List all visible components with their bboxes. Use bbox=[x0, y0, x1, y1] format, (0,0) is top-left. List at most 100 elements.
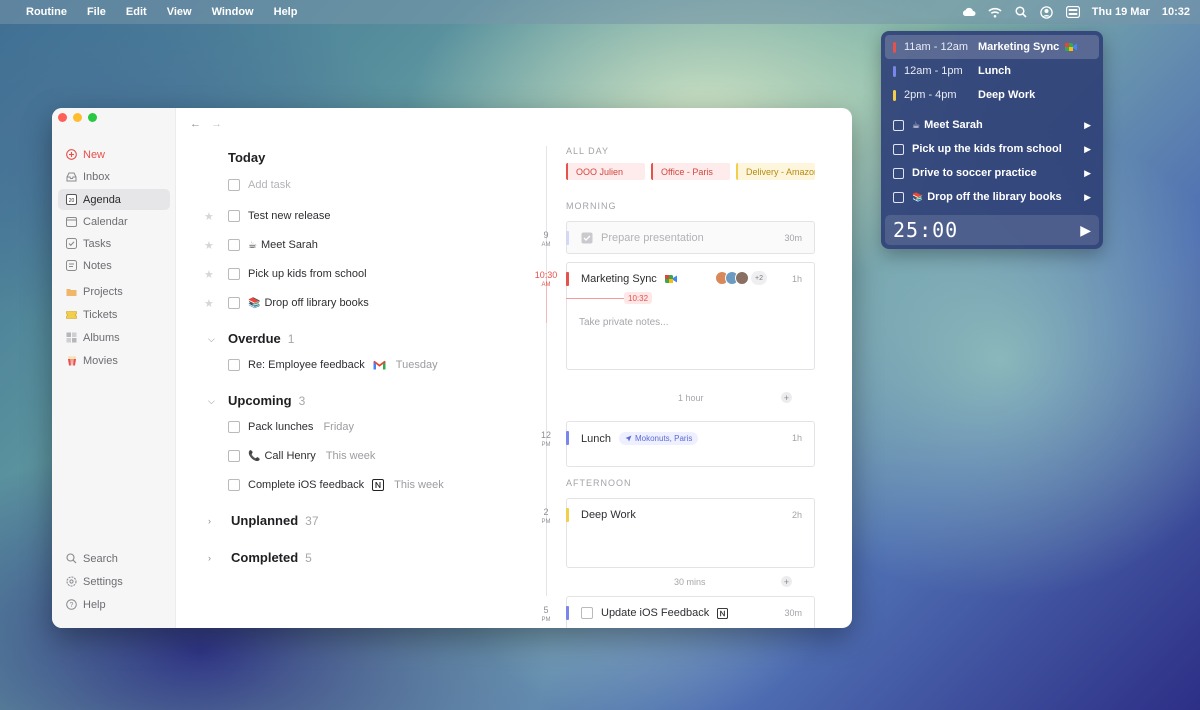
add-event-plus-icon[interactable]: + bbox=[781, 392, 792, 403]
popover-event-deep-work[interactable]: 2pm - 4pm Deep Work bbox=[885, 83, 1099, 107]
chevron-right-icon[interactable]: › bbox=[208, 516, 211, 526]
task-checkbox[interactable] bbox=[228, 359, 240, 371]
section-upcoming-title[interactable]: Upcoming 3 bbox=[228, 393, 305, 408]
sidebar-item-tasks[interactable]: Tasks bbox=[58, 233, 170, 254]
chevron-right-icon[interactable]: › bbox=[208, 553, 211, 563]
task-checkbox[interactable] bbox=[228, 297, 240, 309]
private-notes-input[interactable]: Take private notes... bbox=[579, 317, 669, 328]
attendee-avatars[interactable]: +2 bbox=[715, 271, 767, 285]
event-card-marketing-sync[interactable]: Marketing Sync +2 1h Take private notes.… bbox=[566, 262, 815, 370]
sidebar-item-notes[interactable]: Notes bbox=[58, 255, 170, 276]
spotlight-search-icon[interactable] bbox=[1014, 5, 1028, 19]
close-window-button[interactable] bbox=[58, 113, 67, 122]
cloud-icon[interactable] bbox=[962, 5, 976, 19]
minimize-window-button[interactable] bbox=[73, 113, 82, 122]
sidebar-item-tickets[interactable]: Tickets bbox=[58, 304, 170, 325]
event-header: Deep Work bbox=[581, 509, 636, 521]
star-icon[interactable]: ★ bbox=[204, 239, 216, 252]
star-icon[interactable]: ★ bbox=[204, 210, 216, 223]
task-checkbox[interactable] bbox=[228, 479, 240, 491]
location-pill[interactable]: Mokonuts, Paris bbox=[618, 432, 699, 445]
menubar-date[interactable]: Thu 19 Mar bbox=[1092, 6, 1150, 18]
play-icon[interactable]: ▶ bbox=[1084, 144, 1091, 155]
task-checkbox[interactable] bbox=[228, 421, 240, 433]
menu-file[interactable]: File bbox=[87, 6, 106, 18]
all-day-event-delivery-amazon[interactable]: Delivery - Amazon bbox=[736, 163, 815, 180]
task-checkbox[interactable] bbox=[228, 450, 240, 462]
sidebar-item-new[interactable]: New bbox=[58, 144, 170, 165]
control-center-icon[interactable] bbox=[1065, 5, 1080, 19]
task-row-drop-off-books[interactable]: ★ 📚 Drop off library books bbox=[204, 293, 369, 313]
task-row-pick-up-kids[interactable]: ★ Pick up kids from school bbox=[204, 264, 367, 284]
star-icon[interactable]: ★ bbox=[204, 268, 216, 281]
popover-task-drive-soccer[interactable]: Drive to soccer practice ▶ bbox=[885, 161, 1099, 185]
google-meet-icon[interactable] bbox=[664, 274, 677, 284]
sidebar-item-inbox[interactable]: Inbox bbox=[58, 166, 170, 187]
task-row-employee-feedback[interactable]: ★ Re: Employee feedback Tuesday bbox=[204, 355, 438, 375]
sidebar-item-help[interactable]: ? Help bbox=[58, 594, 170, 615]
popover-task-meet-sarah[interactable]: ☕ Meet Sarah ▶ bbox=[885, 113, 1099, 137]
task-checkbox[interactable] bbox=[581, 607, 593, 619]
event-location: Mokonuts, Paris bbox=[634, 434, 693, 443]
task-checkbox[interactable] bbox=[893, 119, 904, 131]
popover-task-library-books[interactable]: 📚 Drop off the library books ▶ bbox=[885, 185, 1099, 209]
event-header: Marketing Sync bbox=[581, 273, 677, 285]
checked-checkbox-icon[interactable] bbox=[581, 232, 593, 244]
user-icon[interactable] bbox=[1040, 5, 1054, 19]
menu-window[interactable]: Window bbox=[212, 6, 254, 18]
wifi-icon[interactable] bbox=[988, 5, 1002, 19]
add-task-row[interactable]: ★ Add task bbox=[204, 175, 291, 195]
task-row-test-new-release[interactable]: ★ Test new release bbox=[204, 206, 331, 226]
menu-edit[interactable]: Edit bbox=[126, 6, 147, 18]
task-checkbox[interactable] bbox=[228, 239, 240, 251]
chevron-down-icon[interactable]: ⌵ bbox=[208, 396, 215, 407]
play-icon[interactable]: ▶ bbox=[1084, 192, 1091, 203]
task-checkbox[interactable] bbox=[893, 143, 904, 155]
search-icon bbox=[66, 553, 77, 564]
sidebar-item-calendar[interactable]: Calendar bbox=[58, 211, 170, 232]
sidebar-item-agenda[interactable]: 20 Agenda bbox=[58, 189, 170, 210]
task-checkbox[interactable] bbox=[893, 167, 904, 179]
free-time-gap-label: 30 mins bbox=[674, 577, 706, 587]
task-checkbox[interactable] bbox=[228, 268, 240, 280]
section-unplanned-title[interactable]: Unplanned 37 bbox=[231, 513, 319, 528]
task-row-call-henry[interactable]: ★ 📞 Call Henry This week bbox=[204, 446, 375, 466]
sidebar-item-label: Search bbox=[83, 552, 118, 565]
all-day-event-office-paris[interactable]: Office - Paris bbox=[651, 163, 730, 180]
event-card-lunch[interactable]: Lunch Mokonuts, Paris 1h bbox=[566, 421, 815, 467]
event-accent-bar bbox=[566, 606, 569, 620]
sidebar-item-albums[interactable]: Albums bbox=[58, 327, 170, 348]
task-checkbox[interactable] bbox=[893, 191, 904, 203]
sidebar-item-projects[interactable]: Projects bbox=[58, 281, 170, 302]
event-card-update-ios-feedback[interactable]: Update iOS Feedback 30m bbox=[566, 596, 815, 628]
popover-task-pick-up-kids[interactable]: Pick up the kids from school ▶ bbox=[885, 137, 1099, 161]
add-event-plus-icon[interactable]: + bbox=[781, 576, 792, 587]
menu-app-name[interactable]: Routine bbox=[26, 6, 67, 18]
play-icon[interactable]: ▶ bbox=[1084, 168, 1091, 179]
section-overdue-title[interactable]: Overdue 1 bbox=[228, 331, 294, 346]
play-icon[interactable]: ▶ bbox=[1084, 120, 1091, 131]
section-completed-title[interactable]: Completed 5 bbox=[231, 550, 312, 565]
task-checkbox[interactable] bbox=[228, 179, 240, 191]
menu-help[interactable]: Help bbox=[274, 6, 298, 18]
chevron-down-icon[interactable]: ⌵ bbox=[208, 334, 215, 345]
task-row-ios-feedback[interactable]: ★ Complete iOS feedback This week bbox=[204, 475, 444, 495]
menubar-time[interactable]: 10:32 bbox=[1162, 6, 1190, 18]
timer-play-icon[interactable]: ▶ bbox=[1080, 222, 1091, 239]
checkbox-icon bbox=[66, 238, 77, 249]
sidebar-item-movies[interactable]: Movies bbox=[58, 350, 170, 371]
popover-event-lunch[interactable]: 12am - 1pm Lunch bbox=[885, 59, 1099, 83]
task-checkbox[interactable] bbox=[228, 210, 240, 222]
task-row-meet-sarah[interactable]: ★ ☕ Meet Sarah bbox=[204, 235, 318, 255]
zoom-window-button[interactable] bbox=[88, 113, 97, 122]
add-task-placeholder[interactable]: Add task bbox=[248, 179, 291, 191]
event-card-prepare-presentation[interactable]: Prepare presentation 30m bbox=[566, 221, 815, 254]
all-day-event-ooo-julien[interactable]: OOO Julien bbox=[566, 163, 645, 180]
sidebar-item-settings[interactable]: Settings bbox=[58, 571, 170, 592]
popover-event-marketing-sync[interactable]: 11am - 12am Marketing Sync bbox=[885, 35, 1099, 59]
task-row-pack-lunches[interactable]: ★ Pack lunches Friday bbox=[204, 417, 354, 437]
menu-view[interactable]: View bbox=[167, 6, 192, 18]
star-icon[interactable]: ★ bbox=[204, 297, 216, 310]
event-card-deep-work[interactable]: Deep Work 2h bbox=[566, 498, 815, 568]
sidebar-item-search[interactable]: Search bbox=[58, 548, 170, 569]
